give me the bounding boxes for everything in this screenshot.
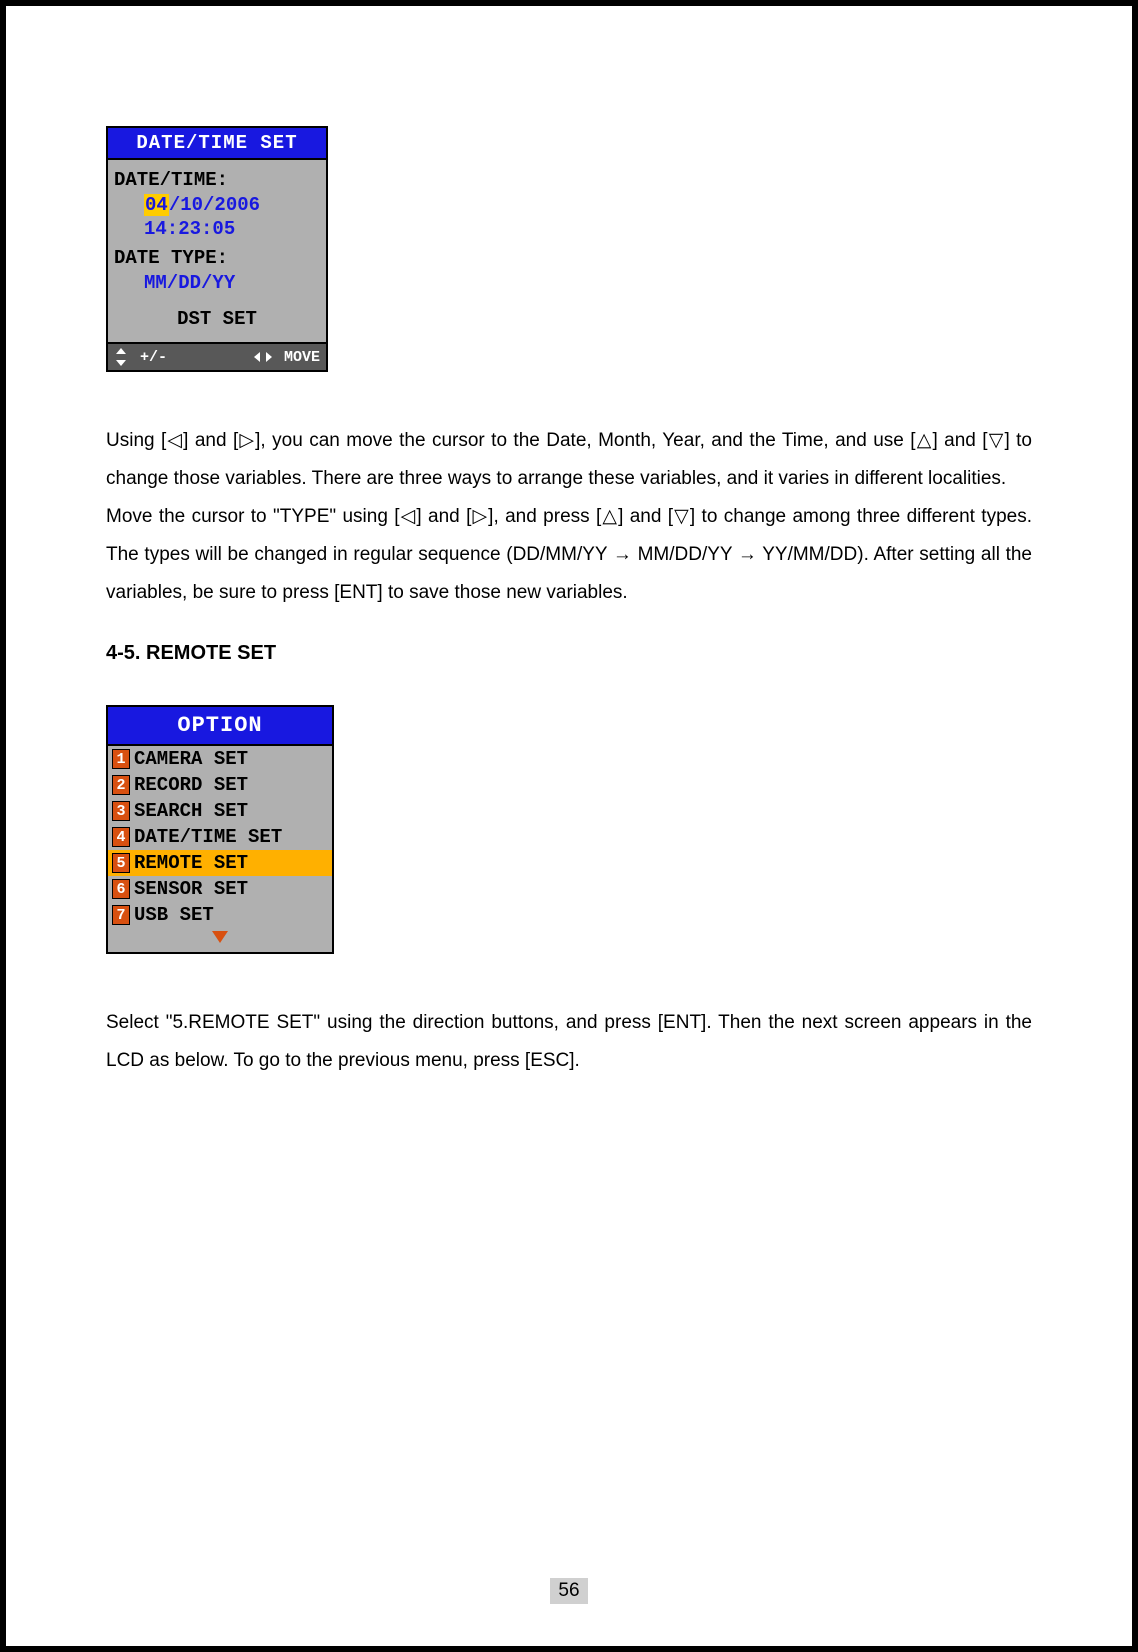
date-value-row: 04/10/2006 <box>114 193 320 218</box>
lcd-body: DATE/TIME: 04/10/2006 14:23:05 DATE TYPE… <box>108 160 326 342</box>
option-menu-item[interactable]: 4DATE/TIME SET <box>108 824 332 850</box>
menu-item-number: 1 <box>112 749 130 769</box>
menu-item-number: 2 <box>112 775 130 795</box>
menu-item-label: SENSOR SET <box>134 878 248 900</box>
footer-right-text: MOVE <box>284 349 320 366</box>
option-menu-item[interactable]: 5REMOTE SET <box>108 850 332 876</box>
date-type-label: DATE TYPE: <box>114 246 320 271</box>
up-down-icon <box>114 348 128 366</box>
footer-left-text: +/- <box>140 349 167 366</box>
menu-item-label: REMOTE SET <box>134 852 248 874</box>
date-type-value: MM/DD/YY <box>114 271 320 296</box>
menu-item-number: 3 <box>112 801 130 821</box>
section-heading: 4-5. REMOTE SET <box>106 642 1032 665</box>
page-number: 56 <box>550 1578 587 1604</box>
date-rest: /10/2006 <box>169 194 260 216</box>
footer-right: MOVE <box>254 349 320 366</box>
date-value: 04/10/2006 <box>144 193 260 218</box>
paragraph-1b-text: Move the cursor to "TYPE" using [◁] and … <box>106 506 1032 603</box>
option-menu-item[interactable]: 6SENSOR SET <box>108 876 332 902</box>
menu-item-label: CAMERA SET <box>134 748 248 770</box>
menu-item-number: 6 <box>112 879 130 899</box>
paragraph-1: Using [◁] and [▷], you can move the curs… <box>106 422 1032 612</box>
option-menu-list: 1CAMERA SET2RECORD SET3SEARCH SET4DATE/T… <box>108 746 332 928</box>
lcd-title: DATE/TIME SET <box>108 128 326 160</box>
page: DATE/TIME SET DATE/TIME: 04/10/2006 14:2… <box>0 0 1138 1652</box>
paragraph-2: Select "5.REMOTE SET" using the directio… <box>106 1004 1032 1080</box>
lcd-footer: +/- MOVE <box>108 342 326 370</box>
option-menu-item[interactable]: 3SEARCH SET <box>108 798 332 824</box>
option-menu-item[interactable]: 2RECORD SET <box>108 772 332 798</box>
page-number-wrap: 56 <box>6 1578 1132 1604</box>
option-menu-item[interactable]: 7USB SET <box>108 902 332 928</box>
menu-item-label: DATE/TIME SET <box>134 826 282 848</box>
menu-item-label: USB SET <box>134 904 214 926</box>
menu-item-label: SEARCH SET <box>134 800 248 822</box>
chevron-down-icon <box>212 931 228 943</box>
dst-set-label[interactable]: DST SET <box>114 307 320 332</box>
menu-item-number: 4 <box>112 827 130 847</box>
menu-item-number: 7 <box>112 905 130 925</box>
date-day-selected[interactable]: 04 <box>144 194 169 216</box>
footer-left: +/- <box>114 348 167 366</box>
menu-item-label: RECORD SET <box>134 774 248 796</box>
option-title: OPTION <box>108 707 332 746</box>
time-value: 14:23:05 <box>114 217 320 242</box>
menu-scroll-down[interactable] <box>108 928 332 952</box>
lcd-screen-option: OPTION 1CAMERA SET2RECORD SET3SEARCH SET… <box>106 705 334 954</box>
menu-item-number: 5 <box>112 853 130 873</box>
option-menu-item[interactable]: 1CAMERA SET <box>108 746 332 772</box>
paragraph-1a-text: Using [◁] and [▷], you can move the curs… <box>106 430 1032 489</box>
left-right-icon <box>254 350 272 364</box>
date-time-label: DATE/TIME: <box>114 168 320 193</box>
lcd-screen-datetime: DATE/TIME SET DATE/TIME: 04/10/2006 14:2… <box>106 126 328 372</box>
